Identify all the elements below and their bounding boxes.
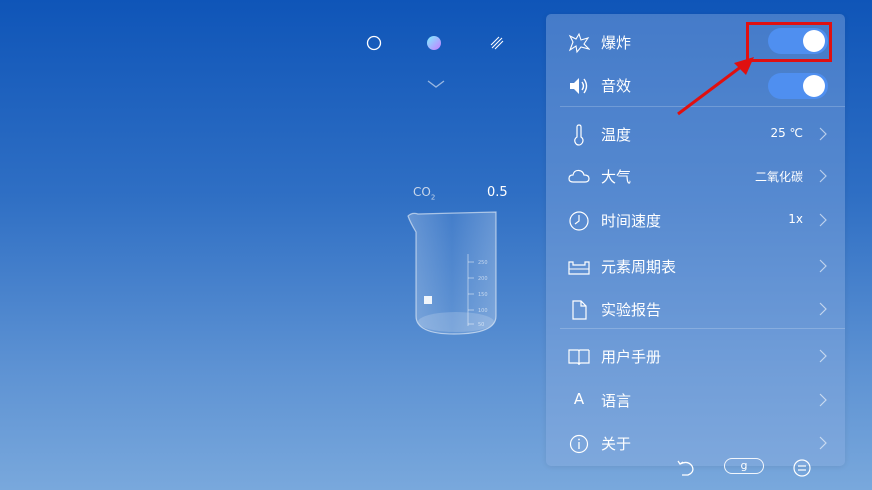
gas-value: 0.5 <box>487 185 508 200</box>
setting-label: 温度 <box>601 126 632 144</box>
chevron-right-icon <box>819 349 827 363</box>
chevron-right-icon <box>819 436 827 450</box>
annotation-arrow <box>677 57 754 116</box>
graduation-label: 150 <box>478 292 488 298</box>
info-icon <box>569 434 589 454</box>
setting-lab-report[interactable]: 实验报告 <box>546 289 845 329</box>
cloud-icon <box>568 169 590 183</box>
atmosphere-value: 二氧化碳 <box>754 170 803 184</box>
circle-outline-icon[interactable] <box>365 34 383 52</box>
setting-label: 时间速度 <box>601 212 662 230</box>
speaker-icon <box>570 78 588 94</box>
chevron-right-icon <box>819 213 827 227</box>
divider <box>560 328 845 329</box>
gas-label: CO2 <box>413 185 436 202</box>
thermometer-icon <box>574 124 584 146</box>
letter-a-icon: A <box>573 390 585 408</box>
setting-label: 爆炸 <box>601 34 632 52</box>
chevron-down-icon[interactable] <box>426 79 446 89</box>
clock-icon <box>569 211 589 231</box>
setting-user-manual[interactable]: 用户手册 <box>546 336 845 376</box>
graduation-label: 100 <box>478 308 488 314</box>
setting-language[interactable]: A 语言 <box>546 380 845 420</box>
setting-label: 元素周期表 <box>601 258 677 276</box>
setting-label: 实验报告 <box>601 301 662 319</box>
time-speed-value: 1x <box>788 212 803 226</box>
setting-label: 关于 <box>601 435 632 453</box>
setting-atmosphere[interactable]: 大气 二氧化碳 <box>546 156 845 196</box>
menu-icon[interactable] <box>791 458 813 478</box>
chevron-right-icon <box>819 259 827 273</box>
graduation-label: 50 <box>478 322 484 328</box>
undo-icon[interactable] <box>674 458 698 478</box>
setting-about[interactable]: 关于 <box>546 423 845 463</box>
toggle-knob <box>803 75 825 97</box>
setting-time-speed[interactable]: 时间速度 1x <box>546 200 845 240</box>
chevron-right-icon <box>819 393 827 407</box>
mode-selector <box>362 34 512 52</box>
periodic-table-icon <box>568 261 590 275</box>
chevron-right-icon <box>819 302 827 316</box>
setting-label: 语言 <box>601 392 632 410</box>
setting-temperature[interactable]: 温度 25 ℃ <box>546 114 845 154</box>
chevron-right-icon <box>819 169 827 183</box>
setting-periodic-table[interactable]: 元素周期表 <box>546 246 845 286</box>
sound-toggle[interactable] <box>768 73 828 99</box>
setting-label: 音效 <box>601 77 632 95</box>
temperature-value: 25 ℃ <box>770 126 803 140</box>
beaker-icon[interactable]: 250 200 150 100 50 <box>402 206 506 342</box>
setting-label: 用户手册 <box>601 348 662 366</box>
explosion-icon <box>568 32 590 54</box>
graduation-label: 250 <box>478 260 488 266</box>
gradient-circle-icon[interactable] <box>425 34 443 52</box>
chevron-right-icon <box>819 127 827 141</box>
hatched-circle-icon[interactable] <box>488 34 506 52</box>
units-button[interactable]: g <box>724 458 764 474</box>
document-icon <box>572 300 587 320</box>
book-icon <box>568 349 590 366</box>
setting-label: 大气 <box>601 168 632 186</box>
graduation-label: 200 <box>478 276 488 282</box>
